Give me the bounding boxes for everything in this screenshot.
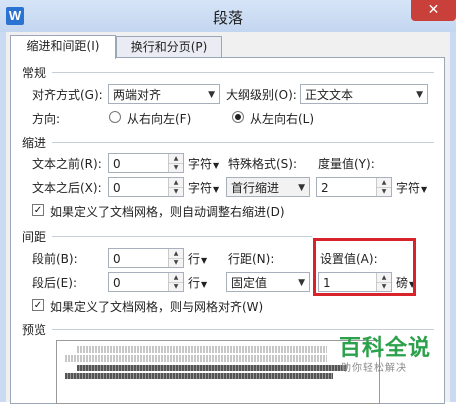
spinner[interactable]: ▲ ▼ [168,273,183,291]
outline-level-value: 正文文本 [305,88,354,102]
indent-before-value: 0 [113,157,121,171]
arrow-down-icon[interactable]: ▼ [169,282,183,291]
watermark-title: 百科全说 [339,336,432,361]
special-format-value: 首行缩进 [231,181,280,195]
space-before-value: 0 [113,252,121,266]
spinner[interactable]: ▲ ▼ [168,178,183,196]
spinner[interactable]: ▲ ▼ [168,154,183,172]
caret-down-icon: ▼ [201,256,208,265]
space-after-value: 0 [113,276,121,290]
spinner[interactable]: ▲ ▼ [168,249,183,267]
space-before-unit[interactable]: 行▼ [188,250,207,267]
caret-down-icon: ▼ [213,185,220,194]
arrow-down-icon[interactable]: ▼ [169,258,183,267]
spinner[interactable]: ▲ ▼ [376,178,391,196]
preview-line [77,365,347,371]
unit-label: 行 [188,276,201,290]
space-before-label: 段前(B): [32,252,78,266]
indent-after-input[interactable]: 0 ▲ ▼ [108,177,184,197]
indent-after-label: 文本之后(X): [32,181,102,195]
measure-value: 2 [321,181,329,195]
arrow-down-icon[interactable]: ▼ [377,187,391,196]
caret-down-icon: ▼ [201,280,208,289]
preview-line [65,373,333,379]
section-indent: 缩进 [22,136,47,150]
indent-before-unit[interactable]: 字符▼ [188,155,219,172]
auto-adjust-indent-checkbox[interactable]: ✓ [32,204,44,216]
measure-label: 度量值(Y): [318,157,375,171]
close-button[interactable]: ✕ [411,0,456,21]
alignment-select[interactable]: 两端对齐 ▼ [108,84,220,104]
space-before-input[interactable]: 0 ▲ ▼ [108,248,184,268]
arrow-down-icon[interactable]: ▼ [169,163,183,172]
line-spacing-value: 固定值 [231,276,268,290]
annotation-highlight-box [313,238,416,296]
ltr-radio[interactable] [232,111,244,123]
caret-down-icon: ▼ [421,185,428,194]
space-after-input[interactable]: 0 ▲ ▼ [108,272,184,292]
alignment-value: 两端对齐 [113,88,162,102]
chevron-down-icon: ▼ [208,90,215,100]
outline-level-select[interactable]: 正文文本 ▼ [300,84,428,104]
indent-after-value: 0 [113,181,121,195]
tab-line-page-breaks[interactable]: 换行和分页(P) [116,36,222,58]
caret-down-icon: ▼ [213,161,220,170]
ltr-label: 从左向右(L) [250,112,315,126]
unit-label: 字符 [396,181,421,195]
rtl-label: 从右向左(F) [127,112,192,126]
tab-indent-spacing[interactable]: 缩进和间距(I) [10,35,116,59]
unit-label: 行 [188,252,201,266]
paragraph-dialog: W 段落 ✕ 缩进和间距(I) 换行和分页(P) 常规 对齐方式(G): 两端对… [0,0,456,404]
preview-line [77,346,327,353]
line-spacing-select[interactable]: 固定值 ▼ [226,272,310,292]
chevron-down-icon: ▼ [416,90,423,100]
chevron-down-icon: ▼ [298,278,305,288]
preview-line [65,355,327,362]
space-after-label: 段后(E): [32,276,77,290]
space-after-unit[interactable]: 行▼ [188,274,207,291]
direction-label: 方向: [32,112,61,126]
auto-adjust-indent-label: 如果定义了文档网格，则自动调整右缩进(D) [50,205,285,219]
section-preview: 预览 [22,323,47,337]
unit-label: 字符 [188,181,213,195]
divider [52,142,434,143]
divider [52,236,312,237]
measure-unit[interactable]: 字符▼ [396,179,427,196]
chevron-down-icon: ▼ [298,183,305,193]
rtl-radio[interactable] [109,111,121,123]
line-spacing-label: 行距(N): [228,252,275,266]
section-general: 常规 [22,66,47,80]
snap-to-grid-label: 如果定义了文档网格，则与网格对齐(W) [50,300,264,314]
special-format-select[interactable]: 首行缩进 ▼ [226,177,310,197]
indent-after-unit[interactable]: 字符▼ [188,179,219,196]
indent-before-label: 文本之前(R): [32,157,102,171]
outline-level-label: 大纲级别(O): [226,88,297,102]
section-spacing: 间距 [22,230,47,244]
preview-box [56,340,380,404]
unit-label: 字符 [188,157,213,171]
snap-to-grid-checkbox[interactable]: ✓ [32,299,44,311]
watermark-subtitle: 助你轻松解决 [341,363,407,374]
special-format-label: 特殊格式(S): [228,157,298,171]
dialog-title: 段落 [212,9,243,27]
indent-before-input[interactable]: 0 ▲ ▼ [108,153,184,173]
arrow-down-icon[interactable]: ▼ [169,187,183,196]
title-bar: W 段落 ✕ [0,0,456,32]
divider [52,72,434,73]
alignment-label: 对齐方式(G): [32,88,103,102]
measure-input[interactable]: 2 ▲ ▼ [316,177,392,197]
